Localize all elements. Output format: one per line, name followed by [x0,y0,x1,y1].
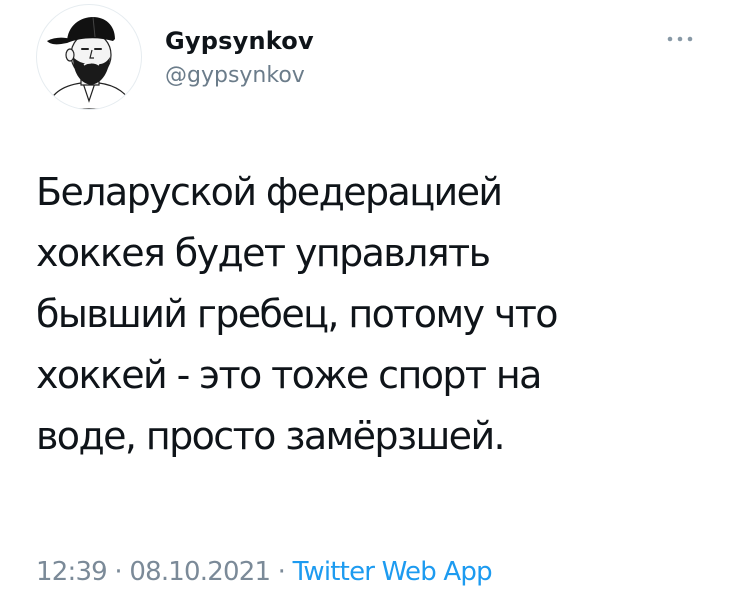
tweet-card: Gypsynkov @gypsynkov Беларуской федераци… [0,0,732,606]
author-avatar[interactable] [36,4,142,110]
author-info: Gypsynkov @gypsynkov [165,26,314,90]
tweet-text-line: Беларуской федерацией [36,170,503,214]
tweet-metadata: 12:39 · 08.10.2021 · Twitter Web App [36,555,493,589]
tweet-text-line: хоккей - это тоже спорт на [36,353,542,397]
more-options-button[interactable] [664,30,696,48]
ellipsis-icon [667,36,693,42]
tweet-time[interactable]: 12:39 [36,557,108,587]
author-handle[interactable]: @gypsynkov [165,62,314,90]
author-display-name[interactable]: Gypsynkov [165,26,314,56]
meta-separator: · [270,557,293,587]
tweet-date[interactable]: 08.10.2021 [129,557,271,587]
tweet-text: Беларуской федерацией хоккея будет управ… [36,162,636,467]
tweet-text-line: воде, просто замёрзшей. [36,414,506,458]
tweet-text-line: бывший гребец, потому что [36,292,559,336]
meta-separator: · [106,557,130,587]
tweet-source-link[interactable]: Twitter Web App [293,557,493,587]
tweet-text-line: хоккея будет управлять [36,231,491,275]
bearded-man-cap-icon [46,16,134,109]
